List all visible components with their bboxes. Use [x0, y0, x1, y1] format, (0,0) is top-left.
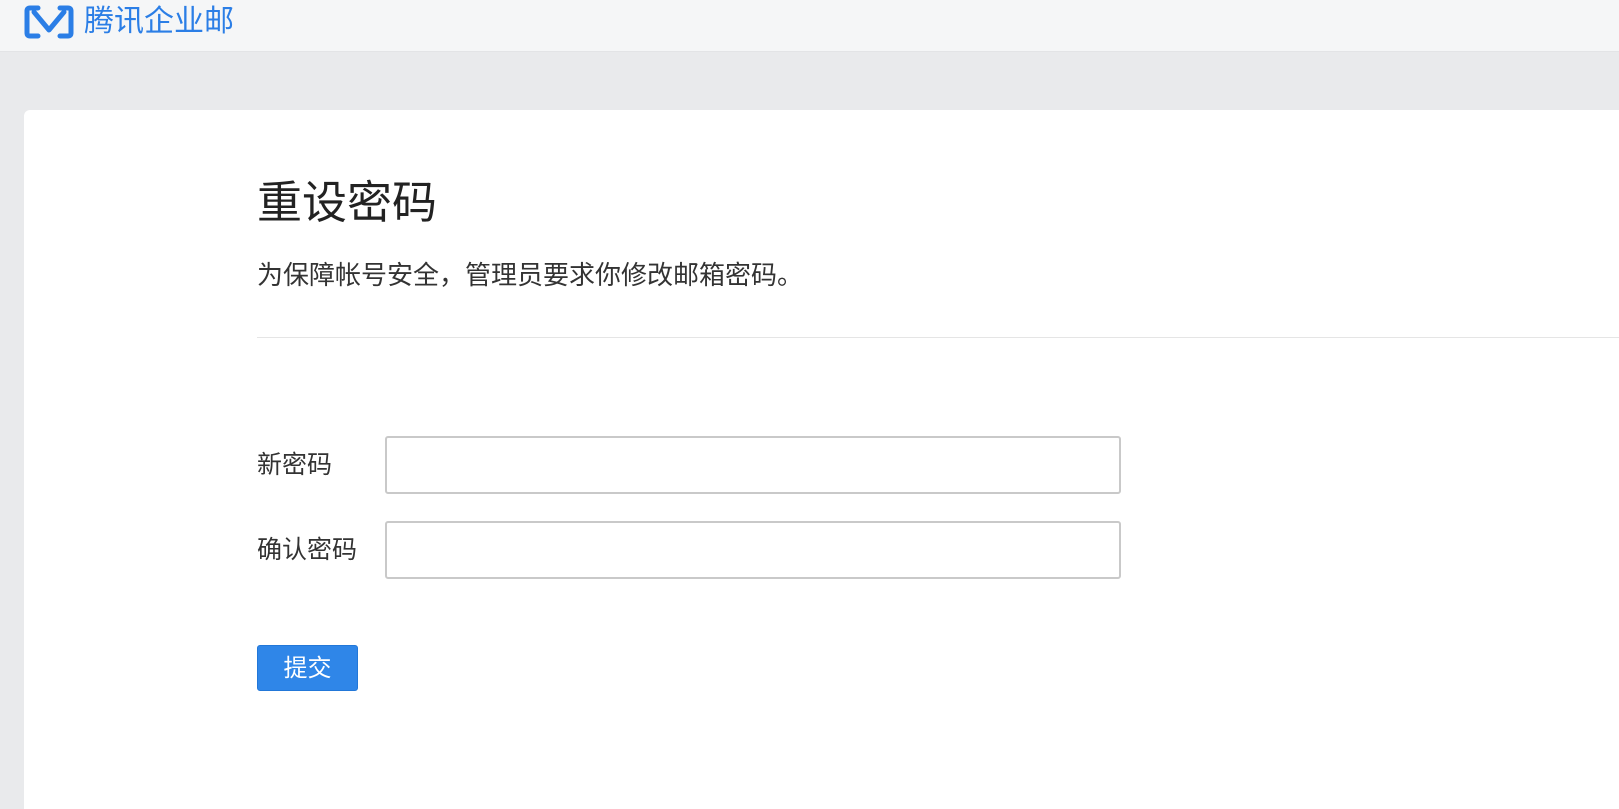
brand-name: 腾讯企业邮	[84, 4, 234, 39]
submit-button[interactable]: 提交	[257, 645, 358, 691]
divider	[257, 337, 1619, 338]
main-card: 重设密码 为保障帐号安全，管理员要求你修改邮箱密码。 新密码 确认密码 提交	[24, 110, 1619, 809]
confirm-password-input[interactable]	[385, 521, 1121, 579]
top-header: 腾讯企业邮	[0, 0, 1619, 52]
tencent-exmail-logo-icon	[24, 5, 74, 39]
security-notice: 为保障帐号安全，管理员要求你修改邮箱密码。	[257, 261, 804, 291]
new-password-label: 新密码	[257, 450, 333, 479]
new-password-input[interactable]	[385, 436, 1121, 494]
new-password-row: 新密码	[257, 436, 1157, 494]
brand-logo[interactable]: 腾讯企业邮	[24, 2, 234, 42]
page-title: 重设密码	[257, 176, 438, 229]
confirm-password-label: 确认密码	[257, 535, 358, 564]
reset-password-panel: 重设密码 为保障帐号安全，管理员要求你修改邮箱密码。 新密码 确认密码 提交	[257, 110, 1619, 809]
confirm-password-row: 确认密码	[257, 521, 1157, 579]
